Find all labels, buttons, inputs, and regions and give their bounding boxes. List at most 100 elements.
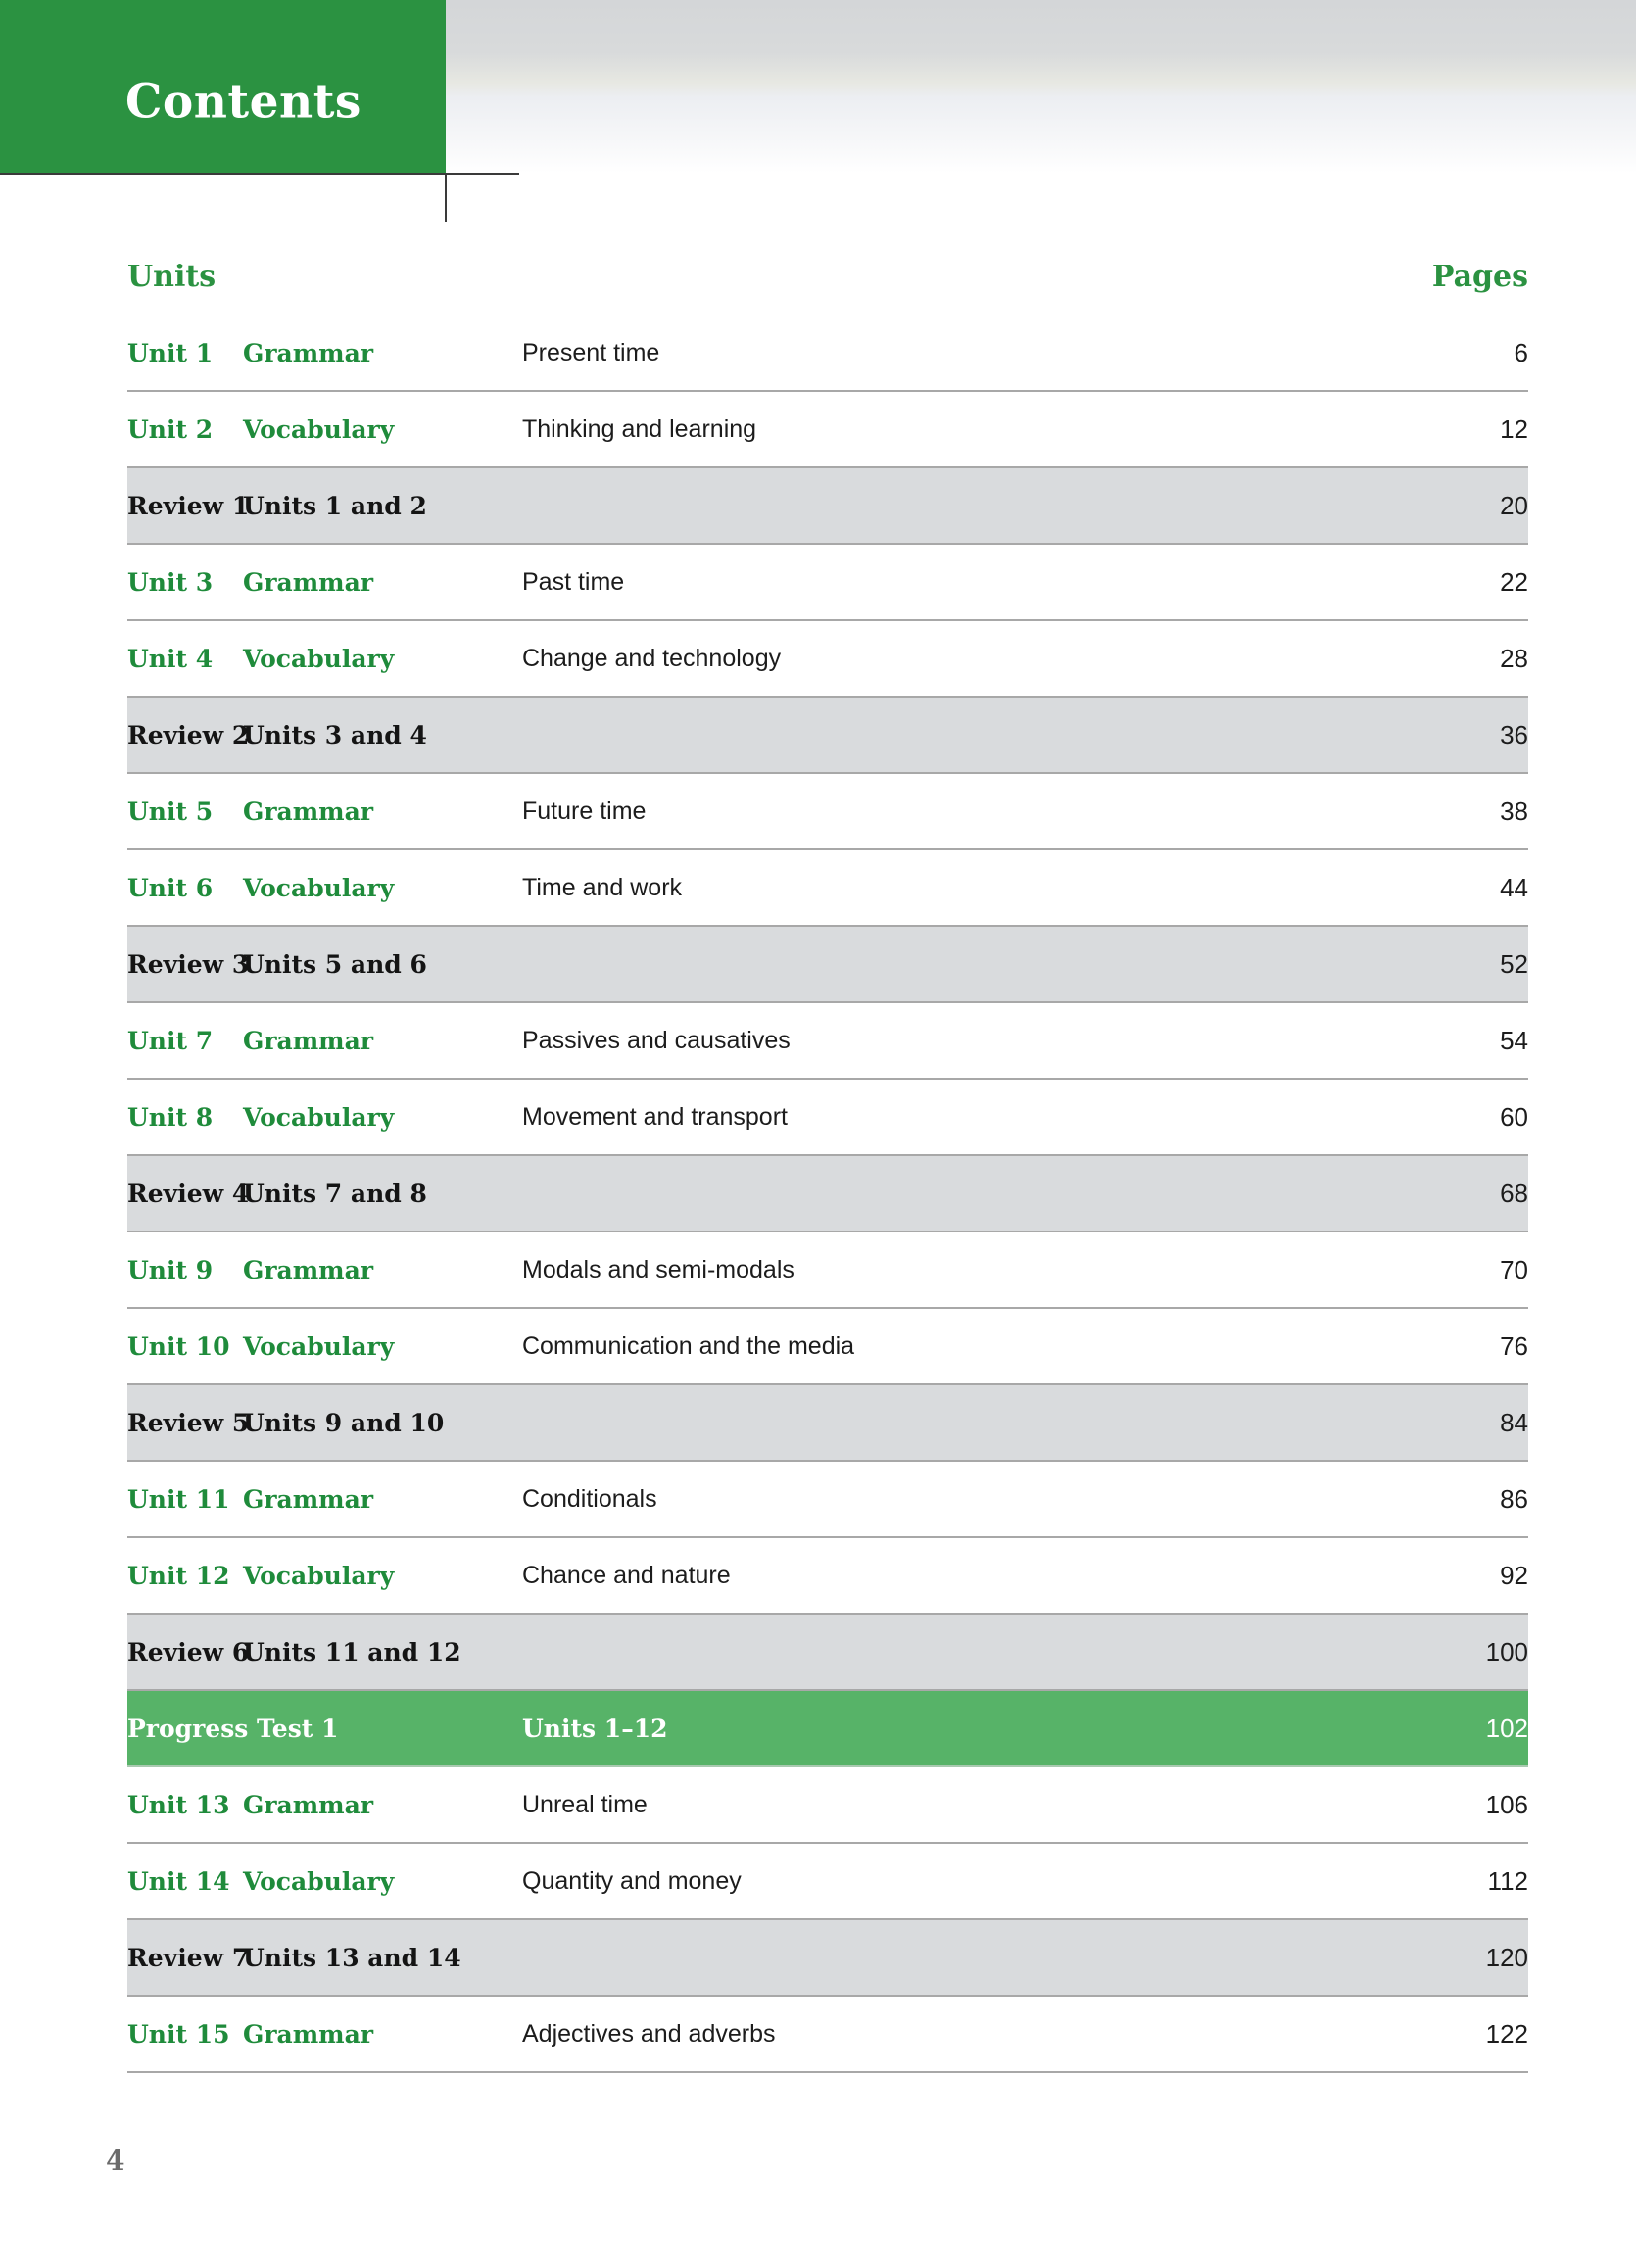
page-banner: Contents [0, 0, 1636, 173]
table-row[interactable]: Unit 15 Grammar Adjectives and adverbs 122 [127, 1997, 1528, 2073]
row-category: Grammar [243, 1255, 373, 1284]
row-unit-label: Unit 14 [127, 1866, 230, 1896]
table-row[interactable]: Unit 5 Grammar Future time 38 [127, 774, 1528, 850]
row-description: Units 5 and 6 [243, 949, 427, 979]
contents-table: Units Pages Unit 1 Grammar Present time 6 Un… [127, 263, 1528, 2073]
row-unit-label: Unit 9 [127, 1255, 214, 1284]
row-unit-label: Unit 10 [127, 1331, 230, 1361]
row-unit-label: Unit 15 [127, 2019, 230, 2049]
row-description: Time and work [522, 873, 683, 901]
table-row[interactable]: Unit 3 Grammar Past time 22 [127, 545, 1528, 621]
row-description: Adjectives and adverbs [522, 2019, 776, 2048]
row-unit-label: Unit 8 [127, 1102, 214, 1132]
row-unit-label: Unit 11 [127, 1484, 230, 1514]
row-page-number: 70 [1500, 1255, 1528, 1284]
row-page-number: 36 [1500, 720, 1528, 749]
table-row[interactable]: Review 4 Units 7 and 8 68 [127, 1156, 1528, 1232]
row-unit-label: Review 1 [127, 491, 250, 520]
table-row[interactable]: Unit 1 Grammar Present time 6 [127, 315, 1528, 392]
table-row[interactable]: Unit 8 Vocabulary Movement and transport 60 [127, 1080, 1528, 1156]
row-description: Change and technology [522, 644, 782, 672]
row-page-number: 60 [1500, 1102, 1528, 1132]
crop-mark-vertical [445, 173, 447, 222]
row-description: Quantity and money [522, 1866, 742, 1895]
table-row[interactable]: Review 1 Units 1 and 2 20 [127, 468, 1528, 545]
row-category: Vocabulary [243, 1561, 395, 1590]
row-description: Units 3 and 4 [243, 720, 427, 749]
row-description: Unreal time [522, 1790, 648, 1818]
row-description: Communication and the media [522, 1331, 855, 1360]
row-category: Grammar [243, 2019, 373, 2049]
row-page-number: 28 [1500, 644, 1528, 673]
row-page-number: 92 [1500, 1561, 1528, 1590]
row-page-number: 44 [1500, 873, 1528, 902]
row-description: Chance and nature [522, 1561, 731, 1589]
table-row[interactable]: Unit 9 Grammar Modals and semi-modals 70 [127, 1232, 1528, 1309]
row-page-number: 20 [1500, 491, 1528, 520]
row-unit-label: Unit 6 [127, 873, 214, 902]
row-page-number: 102 [1485, 1713, 1528, 1743]
row-description: Passives and causatives [522, 1026, 791, 1054]
table-row[interactable]: Progress Test 1 Units 1–12 102 [127, 1691, 1528, 1767]
row-unit-label: Unit 3 [127, 567, 214, 597]
table-row[interactable]: Unit 6 Vocabulary Time and work 44 [127, 850, 1528, 927]
row-description: Conditionals [522, 1484, 657, 1513]
table-row[interactable]: Unit 11 Grammar Conditionals 86 [127, 1462, 1528, 1538]
row-category: Vocabulary [243, 414, 395, 444]
column-header-units: Units [127, 260, 217, 294]
table-row[interactable]: Unit 7 Grammar Passives and causatives 54 [127, 1003, 1528, 1080]
row-category: Vocabulary [243, 644, 395, 673]
row-unit-label: Review 5 [127, 1408, 250, 1437]
page-title: Contents [125, 74, 361, 129]
row-unit-label: Review 2 [127, 720, 250, 749]
row-unit-label: Unit 5 [127, 796, 214, 826]
row-page-number: 22 [1500, 567, 1528, 597]
row-description: Units 13 and 14 [243, 1943, 461, 1972]
row-category: Grammar [243, 338, 373, 367]
row-category: Grammar [243, 1484, 373, 1514]
row-description: Future time [522, 796, 647, 825]
table-row[interactable]: Review 2 Units 3 and 4 36 [127, 698, 1528, 774]
row-page-number: 120 [1485, 1943, 1528, 1972]
table-row[interactable]: Unit 13 Grammar Unreal time 106 [127, 1767, 1528, 1844]
table-row[interactable]: Review 5 Units 9 and 10 84 [127, 1385, 1528, 1462]
row-description: Units 11 and 12 [243, 1637, 461, 1666]
contents-row-list: Unit 1 Grammar Present time 6 Unit 2 Vocabula… [127, 315, 1528, 2073]
row-unit-label: Review 7 [127, 1943, 250, 1972]
row-unit-label: Review 4 [127, 1179, 250, 1208]
row-unit-label: Unit 4 [127, 644, 214, 673]
row-page-number: 38 [1500, 796, 1528, 826]
row-unit-label: Unit 1 [127, 338, 214, 367]
table-row[interactable]: Unit 2 Vocabulary Thinking and learning 12 [127, 392, 1528, 468]
row-description: Modals and semi-modals [522, 1255, 794, 1283]
table-row[interactable]: Review 6 Units 11 and 12 100 [127, 1615, 1528, 1691]
row-page-number: 84 [1500, 1408, 1528, 1437]
row-category: Vocabulary [243, 1331, 395, 1361]
row-description: Units 7 and 8 [243, 1179, 427, 1208]
row-description: Units 1 and 2 [243, 491, 427, 520]
table-row[interactable]: Unit 10 Vocabulary Communication and the m… [127, 1309, 1528, 1385]
row-description: Units 9 and 10 [243, 1408, 445, 1437]
row-unit-label: Unit 12 [127, 1561, 230, 1590]
banner-gradient-backdrop [446, 0, 1636, 173]
row-page-number: 86 [1500, 1484, 1528, 1514]
row-unit-label: Unit 13 [127, 1790, 230, 1819]
table-row[interactable]: Review 7 Units 13 and 14 120 [127, 1920, 1528, 1997]
row-description: Past time [522, 567, 625, 596]
row-page-number: 68 [1500, 1179, 1528, 1208]
row-description: Present time [522, 338, 660, 366]
row-page-number: 106 [1485, 1790, 1528, 1819]
table-row[interactable]: Unit 4 Vocabulary Change and technology 28 [127, 621, 1528, 698]
table-row[interactable]: Review 3 Units 5 and 6 52 [127, 927, 1528, 1003]
row-description: Movement and transport [522, 1102, 788, 1131]
table-row[interactable]: Unit 12 Vocabulary Chance and nature 92 [127, 1538, 1528, 1615]
row-category: Vocabulary [243, 1866, 395, 1896]
row-page-number: 100 [1485, 1637, 1528, 1666]
row-category: Grammar [243, 567, 373, 597]
row-description: Thinking and learning [522, 414, 757, 443]
page-number: 4 [106, 2145, 125, 2177]
crop-mark-horizontal [0, 173, 519, 175]
table-row[interactable]: Unit 14 Vocabulary Quantity and money 112 [127, 1844, 1528, 1920]
row-category: Grammar [243, 1026, 373, 1055]
row-page-number: 52 [1500, 949, 1528, 979]
